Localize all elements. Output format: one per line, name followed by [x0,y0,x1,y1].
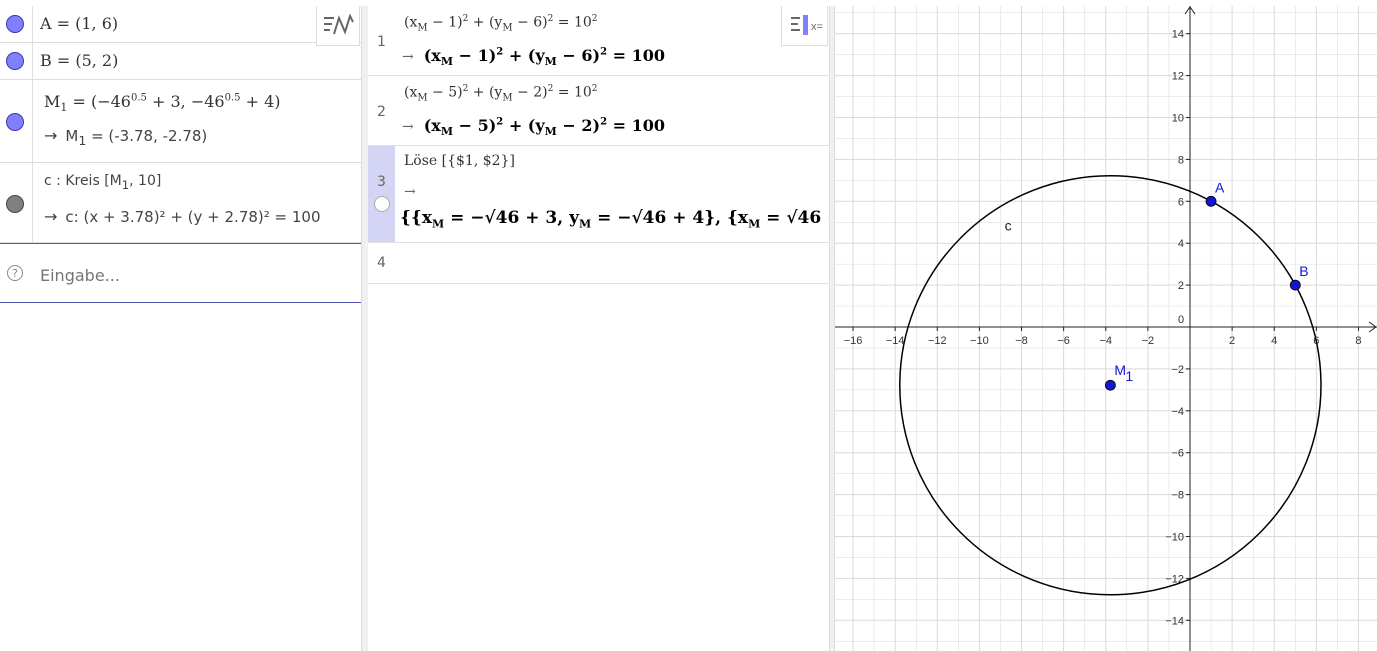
cas-row-number[interactable]: 1 [368,6,395,75]
graphics-canvas[interactable]: −16 −14 −12 −10 −8 −6 −4 −202 4 6 81412108642−2−4−… [835,6,1377,651]
visibility-toggle-m1[interactable] [6,113,24,131]
x-tick-label: 0 [1178,314,1184,326]
point-a-definition[interactable]: A = (1, 6) [40,14,118,33]
m1-exp-1: 0.5 [130,92,147,104]
marble-column [0,80,33,162]
algebra-style-icon [324,13,354,35]
cas-output-3: {{xM = −√46 + 3, yM = −√46 + 4}, {xM = √… [400,208,860,231]
m1-exp-2: 0.5 [224,92,241,104]
m1-def-x: (−46 [90,92,131,111]
cas-row-3-radio[interactable] [374,196,390,212]
algebra-input-row[interactable]: ? [0,243,361,303]
y-tick-label: −8 [1171,490,1184,502]
output-arrow: → [44,207,58,226]
y-tick-label: −12 [1165,573,1184,585]
m1-out-name: M [65,127,79,145]
visibility-toggle-b[interactable] [6,52,24,70]
circle-c-output: → c: (x + 3.78)² + (y + 2.78)² = 100 [44,207,321,226]
point-m1-definition[interactable]: M1 = (−460.5 + 3, −460.5 + 4) [44,92,281,114]
cas-view: 1 (xM − 1)2 + (yM − 6)2 = 102 → (xM − 1)2… [368,6,859,651]
graphics-view[interactable]: −16 −14 −12 −10 −8 −6 −4 −2 0 2 4 6 8 14 12 10 8 6 4 2 −2 −4−… [835,6,1377,651]
y-tick-label: 2 [1178,280,1184,292]
cas-output-1: → (xM − 1)2 + (yM − 6)2 = 100 [402,46,666,69]
visibility-toggle-a[interactable] [6,15,24,33]
point-b-label: B [1299,263,1308,279]
output-arrow: → [44,126,58,145]
x-tick-label: 8 [1355,335,1361,347]
algebra-row-c[interactable]: c : Kreis [M1, 10] → c: (x + 3.78)² + (y … [0,163,361,243]
marble-column [0,6,33,42]
y-tick-label: 6 [1178,196,1184,208]
y-tick-label: −4 [1171,406,1184,418]
m1-def-mid: + 3, −46 [146,92,225,111]
point-b-definition[interactable]: B = (5, 2) [40,51,118,70]
algebra-input[interactable] [38,262,342,288]
x-tick-label: −10 [970,335,989,347]
point-m1-label-sub: 1 [1125,368,1133,384]
y-tick-label: 8 [1178,154,1184,166]
circle-c-definition[interactable]: c : Kreis [M1, 10] [44,173,161,192]
y-tick-label: 14 [1172,29,1184,41]
x-tick-label: 2 [1229,335,1235,347]
y-tick-label: 10 [1172,113,1184,125]
cas-style-button[interactable]: x= [781,6,828,46]
algebra-view: A = (1, 6) B = (5, 2) M1 = (−460.5 + 3, … [0,6,361,651]
x-tick-label: −6 [1057,335,1070,347]
algebra-row-b[interactable]: B = (5, 2) [0,43,361,80]
x-tick-label: −14 [886,335,905,347]
point-m1 [1104,379,1116,391]
marble-column [0,43,33,79]
cas-row-2[interactable]: 2 (xM − 5)2 + (yM − 2)2 = 102 → (xM − 5)2… [368,76,829,146]
x-tick-label: −8 [1015,335,1028,347]
cas-output-arrow-3: → [404,184,416,200]
x-tick-label: 4 [1271,335,1277,347]
algebra-style-button[interactable] [316,6,360,46]
algebra-row-a[interactable]: A = (1, 6) [0,6,361,43]
x-tick-label: −16 [844,335,863,347]
cas-input-3[interactable]: Löse [{$1, $2}] [404,153,515,169]
help-icon[interactable]: ? [7,265,23,281]
x-tick-label: −4 [1099,335,1112,347]
circle-c-label: c [1005,218,1012,234]
y-tick-label: −14 [1165,615,1184,627]
algebra-row-m1[interactable]: M1 = (−460.5 + 3, −460.5 + 4) → M1 = (-3.… [0,80,361,163]
x-tick-label: −12 [928,335,947,347]
y-tick-label: 4 [1178,238,1184,250]
m1-subscript: 1 [60,101,68,115]
cas-row-4[interactable]: 4 [368,243,829,284]
cas-input-1[interactable]: (xM − 1)2 + (yM − 6)2 = 102 [404,14,598,33]
cas-output-2: → (xM − 5)2 + (yM − 2)2 = 100 [402,116,666,139]
x-tick-label: −2 [1142,335,1155,347]
svg-text:x=: x= [811,21,823,33]
c-def-head: c : Kreis [M [44,173,122,189]
cas-style-icon: x= [791,15,823,35]
marble-column [0,163,33,242]
m1-out-value: = (-3.78, -2.78) [86,127,208,145]
point-m1-label: M [1114,362,1126,378]
point-b [1289,279,1301,291]
point-a-label: A [1215,179,1225,195]
cas-row-number[interactable]: 2 [368,76,395,145]
visibility-toggle-c[interactable] [6,195,24,213]
point-m1-output: → M1 = (-3.78, -2.78) [44,126,207,148]
m1-name: M [44,92,61,111]
cas-row-number[interactable]: 3 [368,146,395,242]
c-def-tail: , 10] [129,173,162,189]
y-tick-label: −6 [1171,448,1184,460]
c-out-value: c: (x + 3.78)² + (y + 2.78)² = 100 [65,208,321,226]
y-tick-label: 12 [1172,71,1184,83]
m1-def-end: + 4) [240,92,281,111]
cas-row-1[interactable]: 1 (xM − 1)2 + (yM − 6)2 = 102 → (xM − 1)2… [368,6,829,76]
cas-row-number[interactable]: 4 [368,243,395,283]
cas-row-3[interactable]: 3 Löse [{$1, $2}] → {{xM = −√46 + 3, yM … [368,146,859,243]
point-a [1205,195,1217,207]
y-tick-label: −2 [1171,364,1184,376]
cas-input-2[interactable]: (xM − 5)2 + (yM − 2)2 = 102 [404,84,598,103]
y-tick-label: −10 [1165,532,1184,544]
